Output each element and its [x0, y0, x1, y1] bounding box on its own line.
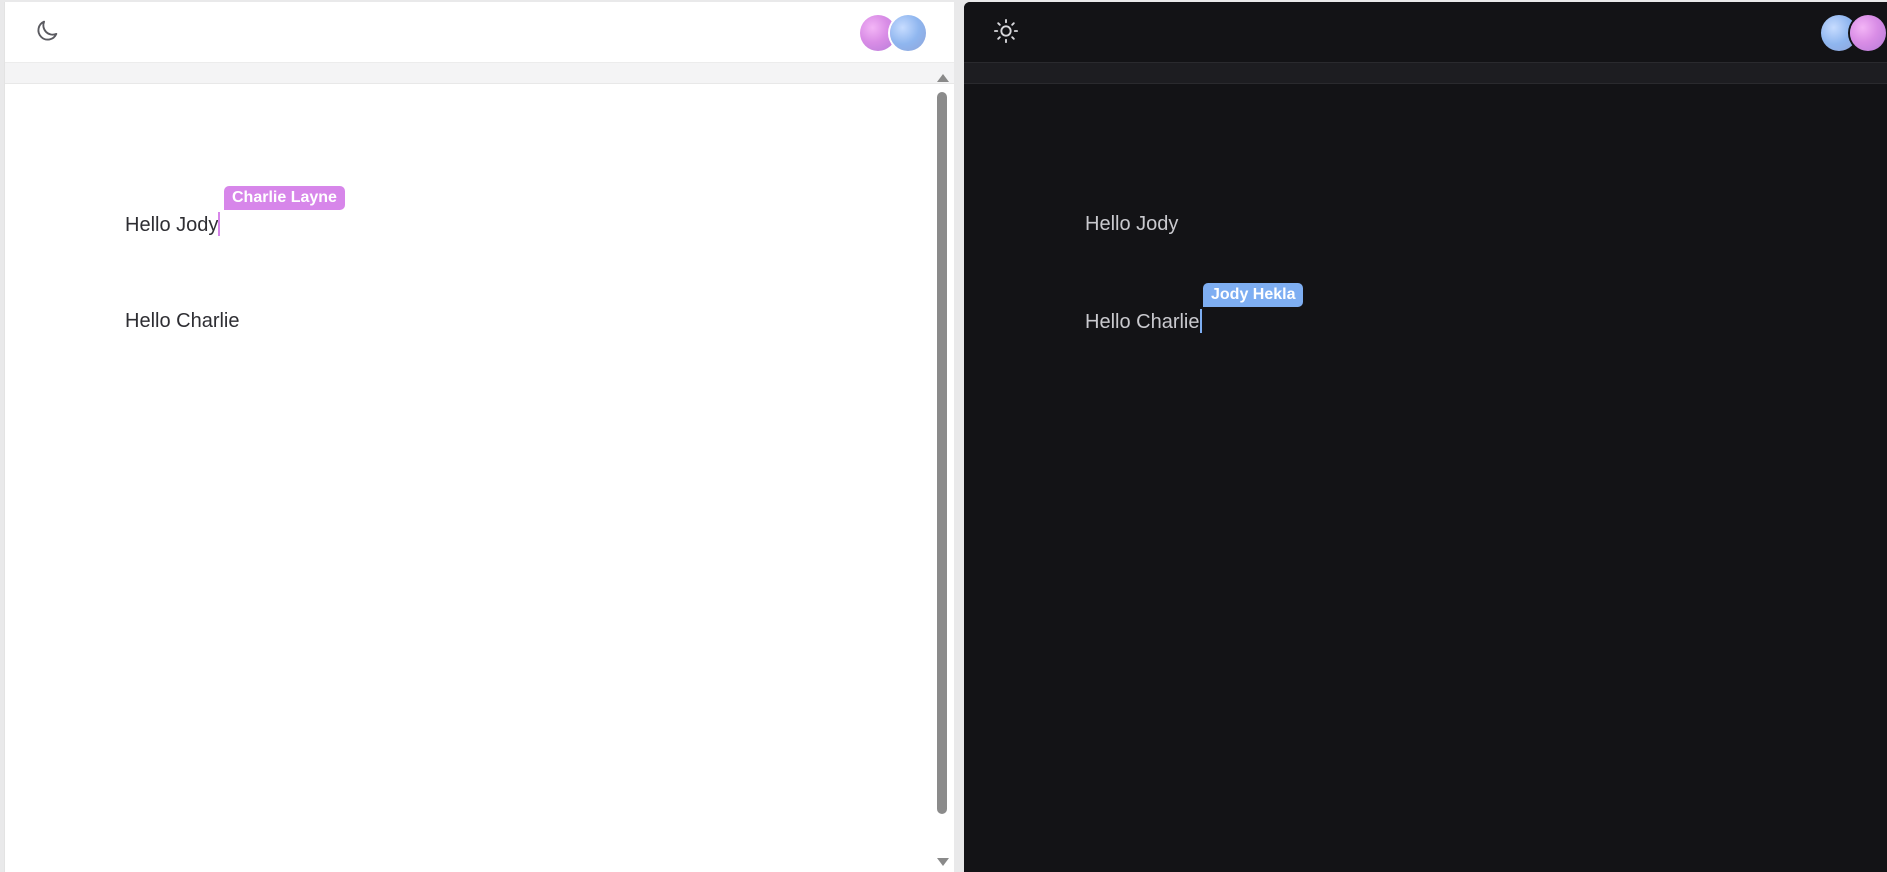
paragraph-hello-charlie[interactable]: Hello Charlie — [125, 309, 240, 333]
split-editor-screen: Hello Jody Charlie Layne Hello Charlie H… — [0, 0, 1887, 872]
scroll-down-arrow-icon[interactable] — [937, 858, 949, 866]
paragraph-text: Hello Charlie — [125, 310, 240, 332]
paragraph-hello-jody[interactable]: Hello Jody — [125, 212, 221, 237]
paragraph-text: Hello Charlie — [1085, 311, 1200, 333]
editor-header — [964, 2, 1887, 63]
editor-header — [5, 2, 954, 63]
paragraph-text: Hello Jody — [125, 214, 219, 236]
remote-cursor-label: Charlie Layne — [224, 186, 345, 210]
moon-icon[interactable] — [33, 17, 61, 45]
remote-caret — [1199, 309, 1202, 333]
scroll-thumb[interactable] — [937, 92, 947, 814]
paragraph-text: Hello Jody — [1085, 213, 1179, 235]
pane-divider[interactable] — [954, 0, 964, 872]
editor-toolbar-strip — [5, 63, 954, 84]
light-editor-pane: Hello Jody Charlie Layne Hello Charlie — [4, 2, 954, 872]
remote-cursor-label: Jody Hekla — [1203, 283, 1304, 307]
editor-toolbar-strip — [964, 63, 1887, 84]
scroll-up-arrow-icon[interactable] — [937, 74, 949, 82]
avatar-charlie-layne[interactable] — [1850, 15, 1886, 51]
editor-content[interactable] — [5, 84, 936, 872]
sun-icon[interactable] — [992, 17, 1020, 45]
paragraph-hello-charlie[interactable]: Hello Charlie — [1085, 309, 1202, 334]
dark-editor-pane: Hello Jody Hello Charlie Jody Hekla — [964, 2, 1887, 872]
avatar-jody-hekla[interactable] — [890, 15, 926, 51]
paragraph-hello-jody[interactable]: Hello Jody — [1085, 212, 1178, 236]
remote-caret — [218, 212, 221, 236]
vertical-scrollbar[interactable] — [934, 74, 950, 872]
